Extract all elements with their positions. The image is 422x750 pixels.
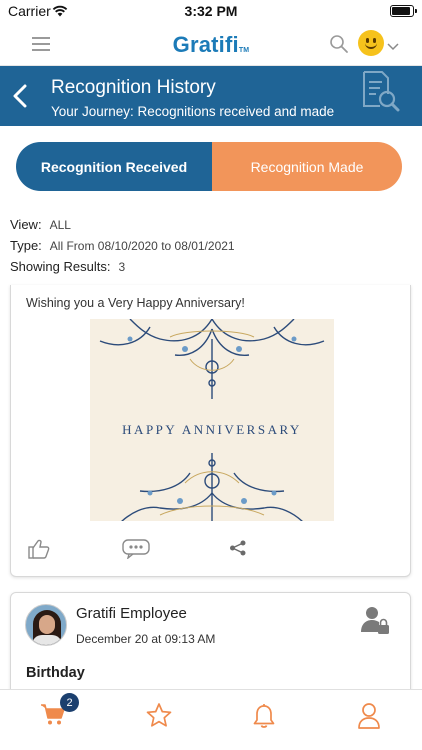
tab-recognition-made[interactable]: Recognition Made [212,142,402,191]
bottom-nav: 2 [0,689,422,750]
chevron-down-icon[interactable] [387,38,399,56]
like-icon[interactable] [28,539,50,564]
document-search-icon [358,68,402,117]
profile-icon[interactable] [357,702,381,735]
comment-icon[interactable] [122,539,150,564]
recognition-message: Wishing you a Very Happy Anniversary! [26,296,245,310]
type-value: All From 08/10/2020 to 08/01/2021 [49,238,235,253]
logo-tm: TM [238,47,250,54]
battery-icon [390,5,417,17]
avatar[interactable] [25,604,67,646]
view-label: View: [10,217,42,232]
card-image-caption: HAPPY ANNIVERSARY [122,422,302,437]
star-icon[interactable] [145,702,173,733]
filter-summary: View: ALL Type: All From 08/10/2020 to 0… [10,214,235,277]
occasion-title: Birthday [26,665,85,681]
view-value: ALL [49,217,71,232]
title-banner: Recognition History Your Journey: Recogn… [0,66,422,126]
tab-recognition-received[interactable]: Recognition Received [16,142,212,191]
page-subtitle: Your Journey: Recognitions received and … [51,104,335,119]
results-row: Showing Results: 3 [10,256,235,277]
smiley-icon[interactable] [358,30,384,56]
view-filter-row: View: ALL [10,214,235,235]
app-header: GratifiTM [0,24,422,66]
cart-badge: 2 [60,693,79,712]
page-title: Recognition History [51,77,216,98]
status-time: 3:32 PM [184,3,238,19]
logo-text: Gratifi [172,32,239,57]
bell-icon[interactable] [252,702,276,735]
search-icon[interactable] [329,34,349,59]
recognition-date: December 20 at 09:13 AM [76,632,216,646]
type-filter-row: Type: All From 08/10/2020 to 08/01/2021 [10,235,235,256]
anniversary-card-image: HAPPY ANNIVERSARY [90,319,334,521]
employee-name[interactable]: Gratifi Employee [76,605,187,622]
type-label: Type: [10,238,42,253]
back-icon[interactable] [12,84,28,113]
card-actions [11,535,410,567]
recognition-tabs: Recognition Received Recognition Made [16,142,402,191]
share-icon[interactable] [229,540,247,561]
status-bar: Carrier 3:32 PM [0,0,422,24]
private-user-lock-icon [360,604,392,641]
results-label: Showing Results: [10,259,111,274]
results-count: 3 [118,259,126,274]
recognition-card: Wishing you a Very Happy Anniversary! HA… [10,285,411,577]
